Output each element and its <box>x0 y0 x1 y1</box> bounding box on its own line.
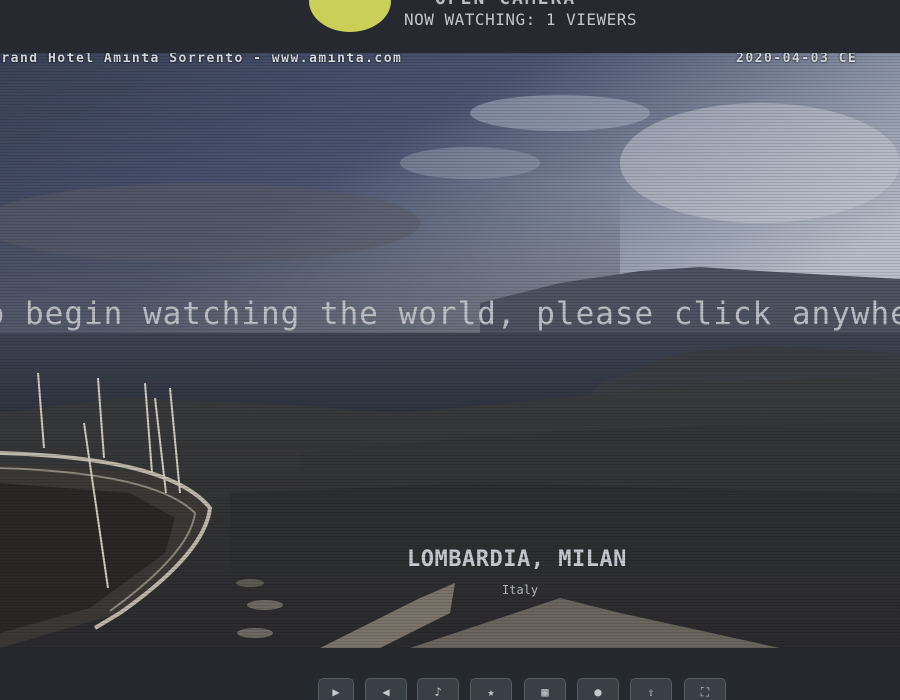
previous-button[interactable]: ◀ <box>365 678 407 700</box>
volume-icon: ♪ <box>434 685 442 699</box>
fullscreen-icon: ⛶ <box>700 685 710 699</box>
favorite-button[interactable]: ★ <box>470 678 512 700</box>
camera-feed[interactable]: Grand Hotel Aminta Sorrento - www.aminta… <box>0 53 900 648</box>
location-country: Italy <box>502 583 539 597</box>
viewer-count: NOW WATCHING: 1 VIEWERS <box>404 10 638 29</box>
previous-icon: ◀ <box>382 685 390 699</box>
camera-label: Grand Hotel Aminta Sorrento - www.aminta… <box>0 53 403 66</box>
camera-overlay: Grand Hotel Aminta Sorrento - www.aminta… <box>0 53 900 67</box>
location-title: LOMBARDIA, MILAN <box>407 547 627 572</box>
header-bar: OPEN CAMERA NOW WATCHING: 1 VIEWERS <box>0 0 900 54</box>
volume-button[interactable]: ♪ <box>417 678 459 700</box>
play-button[interactable]: ▶ <box>318 678 354 700</box>
record-icon: ● <box>594 685 602 699</box>
camera-timestamp: 2020-04-03 CE <box>736 53 858 66</box>
share-icon: ⇪ <box>647 685 655 699</box>
click-to-begin-prompt[interactable]: To begin watching the world, please clic… <box>0 296 900 332</box>
grid-button[interactable]: ▦ <box>524 678 566 700</box>
webcam-viewer-page: OPEN CAMERA NOW WATCHING: 1 VIEWERS <box>0 0 900 700</box>
control-bar: ▶ ◀ ♪ ★ ▦ ● ⇪ ⛶ <box>0 648 900 700</box>
fullscreen-button[interactable]: ⛶ <box>684 678 726 700</box>
app-title: OPEN CAMERA <box>435 0 576 9</box>
star-icon: ★ <box>487 685 495 699</box>
logo <box>309 0 391 32</box>
share-button[interactable]: ⇪ <box>630 678 672 700</box>
record-button[interactable]: ● <box>577 678 619 700</box>
grid-icon: ▦ <box>541 685 549 699</box>
play-icon: ▶ <box>332 685 340 699</box>
